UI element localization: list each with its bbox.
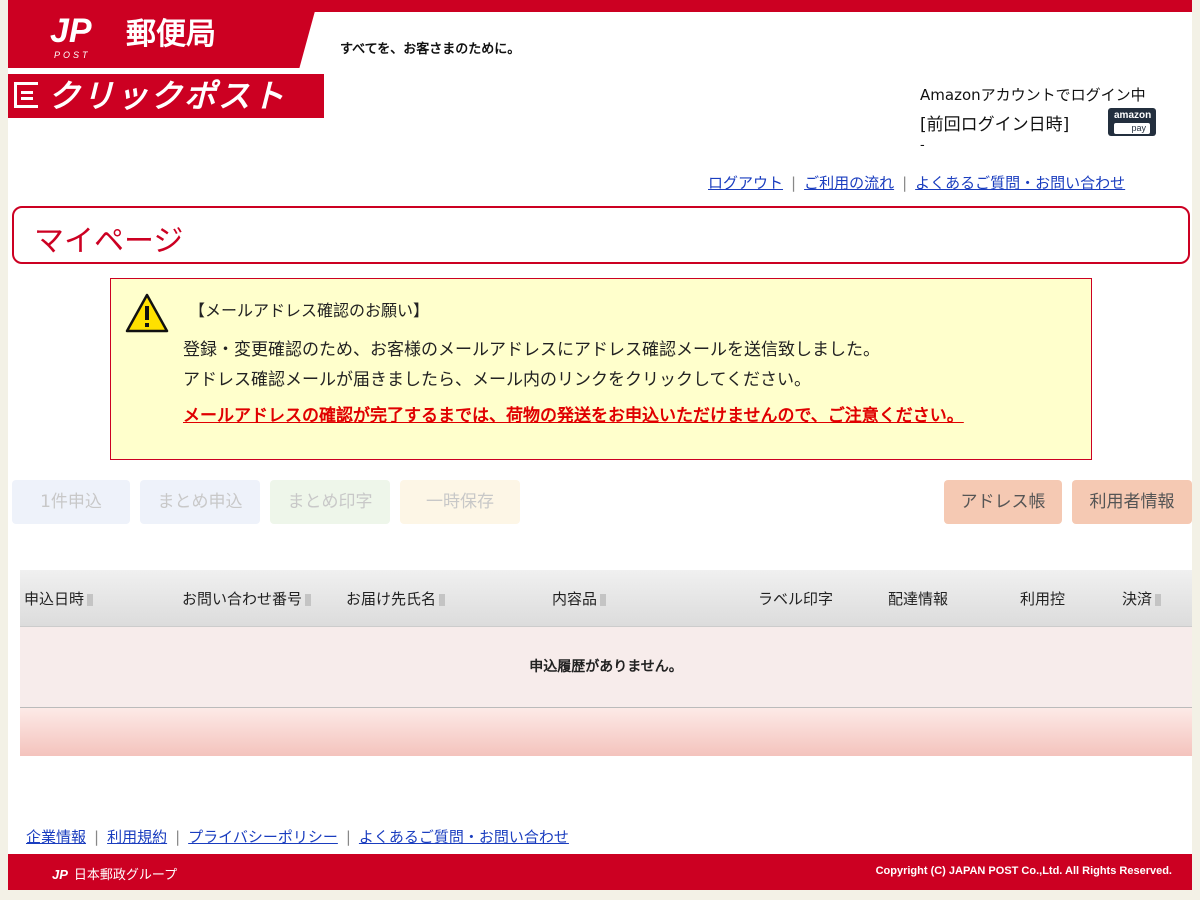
column-header-payment[interactable]: 決済 bbox=[1122, 588, 1162, 609]
page-title-box: マイページ bbox=[12, 206, 1190, 264]
faq-contact-link[interactable]: よくあるご質問・お問い合わせ bbox=[915, 174, 1125, 192]
logout-link[interactable]: ログアウト bbox=[708, 174, 783, 192]
last-login-value: - bbox=[920, 138, 925, 153]
bulk-print-button[interactable]: まとめ印字 bbox=[270, 480, 390, 524]
group-name: 日本郵政グループ bbox=[73, 868, 178, 883]
amazon-pay-bottom: pay bbox=[1114, 123, 1150, 134]
copyright: Copyright (C) JAPAN POST Co.,Ltd. All Ri… bbox=[875, 865, 1172, 877]
link-separator: | bbox=[94, 828, 100, 846]
footer-links: 企業情報 | 利用規約 | プライバシーポリシー | よくあるご質問・お問い合わせ bbox=[26, 826, 569, 847]
login-status: Amazonアカウントでログイン中 bbox=[920, 86, 1146, 104]
post-logo-text: POST bbox=[54, 50, 91, 60]
japan-post-logo[interactable]: JP POST 郵便局 bbox=[8, 0, 318, 68]
address-book-button[interactable]: アドレス帳 bbox=[944, 480, 1062, 524]
column-header-receipt: 利用控 bbox=[1020, 590, 1066, 608]
page: JP POST 郵便局 すべてを、お客さまのために。 クリックポスト Amazo… bbox=[8, 0, 1192, 890]
privacy-policy-link[interactable]: プライバシーポリシー bbox=[188, 828, 338, 846]
column-header-label-print: ラベル印字 bbox=[758, 590, 834, 608]
sort-icon bbox=[1155, 593, 1162, 606]
postal-mark-icon bbox=[14, 82, 38, 108]
amazon-pay-top: amazon bbox=[1114, 110, 1152, 121]
bulk-apply-button[interactable]: まとめ申込 bbox=[140, 480, 260, 524]
footer-bar: JP 日本郵政グループ Copyright (C) JAPAN POST Co.,… bbox=[8, 854, 1192, 890]
notice-text: アドレス確認メールが届きましたら、メール内のリンクをクリックしてください。 bbox=[183, 370, 811, 390]
column-header-recipient[interactable]: お届け先氏名 bbox=[346, 588, 446, 609]
japan-post-group-logo[interactable]: JP 日本郵政グループ bbox=[52, 864, 177, 883]
history-table: 申込日時 お問い合わせ番号 お届け先氏名 内容品 ラベル印字 配達情報 利用控 … bbox=[20, 570, 1192, 756]
column-header-tracking[interactable]: お問い合わせ番号 bbox=[182, 588, 312, 609]
table-footer bbox=[20, 708, 1192, 756]
single-apply-button[interactable]: 1件申込 bbox=[12, 480, 130, 524]
user-info-button[interactable]: 利用者情報 bbox=[1072, 480, 1192, 524]
notice-text: 登録・変更確認のため、お客様のメールアドレスにアドレス確認メールを送信致しました… bbox=[183, 340, 880, 360]
last-login-label: [前回ログイン日時] bbox=[920, 115, 1070, 135]
jp-group-mark: JP bbox=[52, 867, 68, 882]
warning-icon bbox=[125, 293, 169, 333]
usage-flow-link[interactable]: ご利用の流れ bbox=[804, 174, 894, 192]
top-links: ログアウト | ご利用の流れ | よくあるご質問・お問い合わせ bbox=[708, 172, 1125, 193]
link-separator: | bbox=[902, 174, 908, 192]
page-title: マイページ bbox=[34, 224, 184, 259]
sort-icon bbox=[87, 593, 94, 606]
sort-icon bbox=[600, 593, 607, 606]
email-confirm-notice: 【メールアドレス確認のお願い】 登録・変更確認のため、お客様のメールアドレスにア… bbox=[110, 278, 1092, 460]
jp-logo-mark: JP bbox=[50, 12, 92, 50]
empty-message: 申込履歴がありません。 bbox=[20, 627, 1192, 708]
logo-name: 郵便局 bbox=[126, 17, 216, 52]
column-header-contents[interactable]: 内容品 bbox=[552, 588, 607, 609]
column-header-delivery: 配達情報 bbox=[888, 590, 949, 608]
tagline: すべてを、お客さまのために。 bbox=[340, 42, 521, 57]
clickpost-logo-text: クリックポスト bbox=[48, 77, 287, 115]
link-separator: | bbox=[175, 828, 181, 846]
company-info-link[interactable]: 企業情報 bbox=[26, 828, 86, 846]
link-separator: | bbox=[791, 174, 797, 192]
column-header-date[interactable]: 申込日時 bbox=[24, 588, 94, 609]
notice-title: 【メールアドレス確認のお願い】 bbox=[189, 301, 430, 320]
temp-save-button[interactable]: 一時保存 bbox=[400, 480, 520, 524]
table-header: 申込日時 お問い合わせ番号 お届け先氏名 内容品 ラベル印字 配達情報 利用控 … bbox=[20, 570, 1192, 627]
link-separator: | bbox=[345, 828, 351, 846]
footer-faq-link[interactable]: よくあるご質問・お問い合わせ bbox=[359, 828, 569, 846]
sort-icon bbox=[439, 593, 446, 606]
notice-alert: メールアドレスの確認が完了するまでは、荷物の発送をお申込いただけませんので、ご注… bbox=[183, 406, 964, 426]
clickpost-logo[interactable]: クリックポスト bbox=[8, 74, 324, 118]
amazon-pay-logo: amazon pay bbox=[1108, 108, 1156, 136]
terms-link[interactable]: 利用規約 bbox=[107, 828, 167, 846]
sort-icon bbox=[305, 593, 312, 606]
